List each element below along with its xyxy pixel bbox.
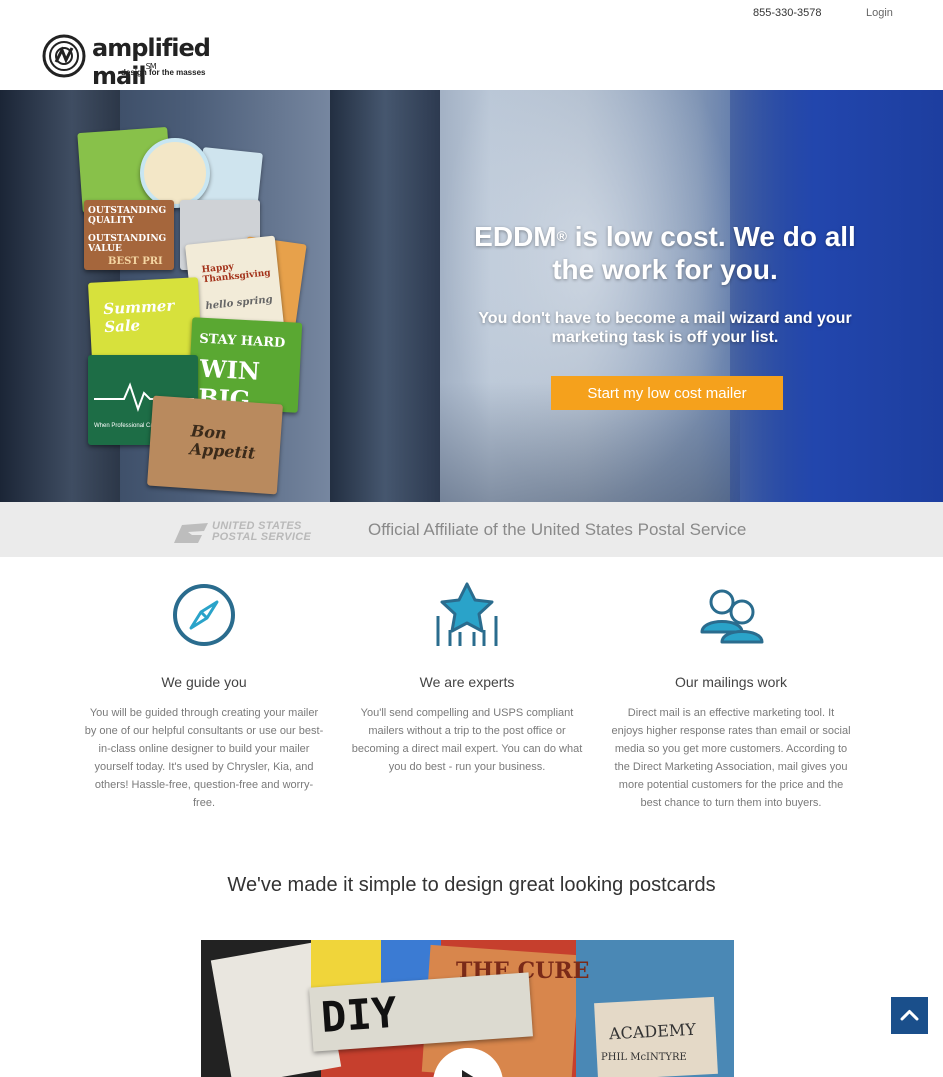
start-mailer-button[interactable]: Start my low cost mailer <box>551 376 783 410</box>
logo-disc-icon <box>42 34 86 78</box>
postcard-bon-appetit: Bon Appetit <box>147 395 283 495</box>
hero-headline-eddm: EDDM <box>474 221 557 252</box>
postcards-video[interactable]: THE CURE ACADEMY PHIL McINTYRE DIY <box>201 940 734 1077</box>
play-button[interactable] <box>433 1048 503 1077</box>
usps-logo-line2: POSTAL SERVICE <box>212 531 312 543</box>
hero-subheadline: You don't have to become a mail wizard a… <box>478 310 852 346</box>
hero-banner: OUTSTANDING QUALITY OUTSTANDING VALUE BE… <box>0 90 943 502</box>
usps-logo: UNITED STATES POSTAL SERVICE <box>174 519 319 545</box>
postcard-quality: OUTSTANDING QUALITY OUTSTANDING VALUE BE… <box>84 200 174 270</box>
postcard-stay-text: STAY HARD <box>198 331 286 352</box>
feature-experts: We are experts You'll send compelling an… <box>332 580 602 776</box>
site-header: 855-330-3578 Login amplified mailSM desi… <box>0 0 943 90</box>
video-phil-text: PHIL McINTYRE <box>601 1052 687 1063</box>
feature-mailings-body: Direct mail is an effective marketing to… <box>611 707 851 809</box>
usps-affiliate-band: UNITED STATES POSTAL SERVICE Official Af… <box>0 502 943 557</box>
hero-headline-registered: ® <box>556 228 567 244</box>
feature-guide-title: We guide you <box>161 674 247 690</box>
feature-mailings: Our mailings work Direct mail is an effe… <box>596 580 866 812</box>
feature-mailings-title: Our mailings work <box>674 674 788 690</box>
login-link[interactable]: Login <box>866 7 893 19</box>
postcard-summer-sale: Summer Sale <box>87 277 203 363</box>
site-logo[interactable]: amplified mailSM design for the masses <box>42 32 222 90</box>
logo-tagline: design for the masses <box>121 68 206 77</box>
postcard-badge <box>140 138 210 208</box>
feature-experts-title: We are experts <box>419 674 515 690</box>
postcard-quality-text: OUTSTANDING QUALITY <box>88 206 167 226</box>
chevron-up-icon <box>900 1010 919 1021</box>
hero-headline: EDDM® is low cost. We do all the work fo… <box>460 220 870 286</box>
feature-experts-body: You'll send compelling and USPS complian… <box>351 707 583 773</box>
hero-bg-pole-center <box>330 90 440 502</box>
back-to-top-button[interactable] <box>891 997 928 1034</box>
affiliate-text: Official Affiliate of the United States … <box>368 520 747 539</box>
postcard-summer-text: Summer Sale <box>102 296 175 337</box>
play-icon <box>462 1070 474 1077</box>
usps-eagle-icon <box>174 523 208 543</box>
postcard-best-text: BEST PRI <box>108 256 163 267</box>
feature-guide: We guide you You will be guided through … <box>69 580 339 812</box>
star-icon <box>436 582 498 646</box>
phone-number[interactable]: 855-330-3578 <box>753 7 822 19</box>
feature-guide-body: You will be guided through creating your… <box>84 707 324 809</box>
people-icon <box>700 589 764 644</box>
postcard-hello-text: hello spring <box>205 294 274 313</box>
postcard-collage: OUTSTANDING QUALITY OUTSTANDING VALUE BE… <box>77 126 310 495</box>
hero-bg-blue-pole <box>730 90 943 502</box>
postcard-happy-text: Happy Thanksgiving <box>201 262 272 286</box>
hero-headline-rest: is low cost. We do all the work for you. <box>552 221 856 285</box>
postcard-value-text: OUTSTANDING VALUE <box>88 234 167 254</box>
postcards-section-title: We've made it simple to design great loo… <box>227 874 716 896</box>
compass-icon <box>173 584 235 646</box>
postcard-bon-text: Bon Appetit <box>189 421 257 463</box>
video-diy-text: DIY <box>319 987 399 1042</box>
